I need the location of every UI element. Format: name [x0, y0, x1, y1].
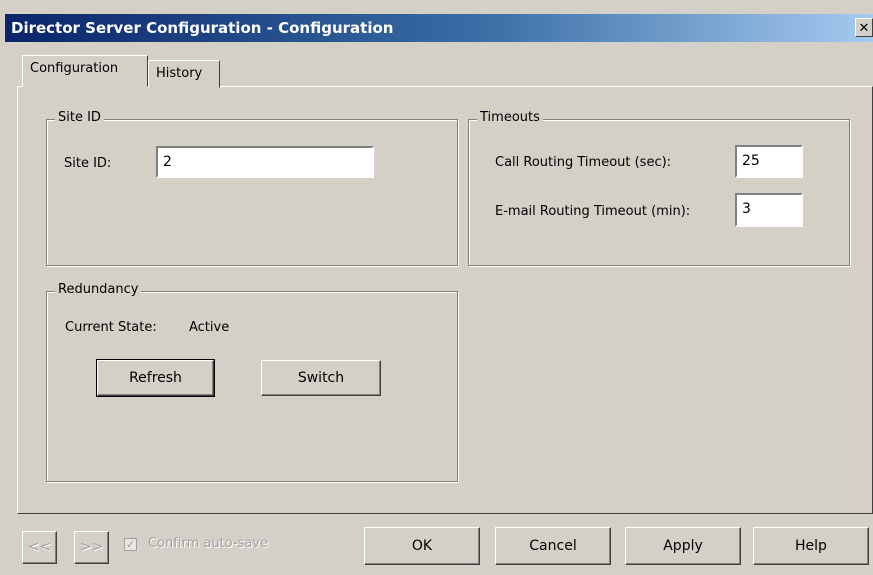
- tab-configuration-label: Configuration: [30, 61, 119, 76]
- checkmark-icon: ✓: [125, 538, 136, 551]
- dialog-window: Director Server Configuration - Configur…: [0, 0, 873, 575]
- email-routing-timeout-label: E-mail Routing Timeout (min):: [495, 204, 691, 219]
- tab-history[interactable]: History: [148, 60, 220, 88]
- tab-configuration[interactable]: Configuration: [22, 55, 148, 87]
- refresh-button[interactable]: Refresh: [96, 359, 215, 397]
- redundancy-group-label: Redundancy: [55, 282, 142, 297]
- confirm-auto-save-label: Confirm auto-save: [148, 536, 268, 551]
- configuration-panel: Site ID Site ID: 2 Timeouts Call Routing…: [17, 86, 873, 514]
- title-bar: Director Server Configuration - Configur…: [5, 14, 873, 42]
- apply-button[interactable]: Apply: [625, 527, 741, 565]
- confirm-auto-save-checkbox[interactable]: ✓: [124, 538, 137, 551]
- switch-button[interactable]: Switch: [261, 360, 381, 396]
- site-id-field[interactable]: 2: [156, 146, 374, 178]
- close-icon: ✕: [858, 21, 870, 36]
- close-button[interactable]: ✕: [855, 18, 873, 37]
- timeouts-group-label: Timeouts: [477, 110, 543, 125]
- previous-button[interactable]: <<: [22, 531, 57, 564]
- ok-button[interactable]: OK: [364, 527, 480, 565]
- call-routing-timeout-field[interactable]: 25: [735, 145, 803, 178]
- current-state-value: Active: [189, 320, 230, 335]
- next-button[interactable]: >>: [74, 531, 109, 564]
- tab-history-label: History: [156, 66, 203, 81]
- timeouts-group: Timeouts Call Routing Timeout (sec): 25 …: [468, 110, 850, 266]
- site-id-label: Site ID:: [64, 156, 112, 171]
- redundancy-group: Redundancy Current State: Active Refresh…: [46, 282, 458, 482]
- window-title: Director Server Configuration - Configur…: [11, 19, 394, 37]
- call-routing-timeout-label: Call Routing Timeout (sec):: [495, 155, 672, 170]
- current-state-label: Current State:: [65, 320, 157, 335]
- site-id-group-label: Site ID: [55, 110, 104, 125]
- help-button[interactable]: Help: [753, 527, 869, 565]
- cancel-button[interactable]: Cancel: [495, 527, 611, 565]
- site-id-group: Site ID Site ID: 2: [46, 110, 458, 266]
- email-routing-timeout-field[interactable]: 3: [735, 193, 803, 227]
